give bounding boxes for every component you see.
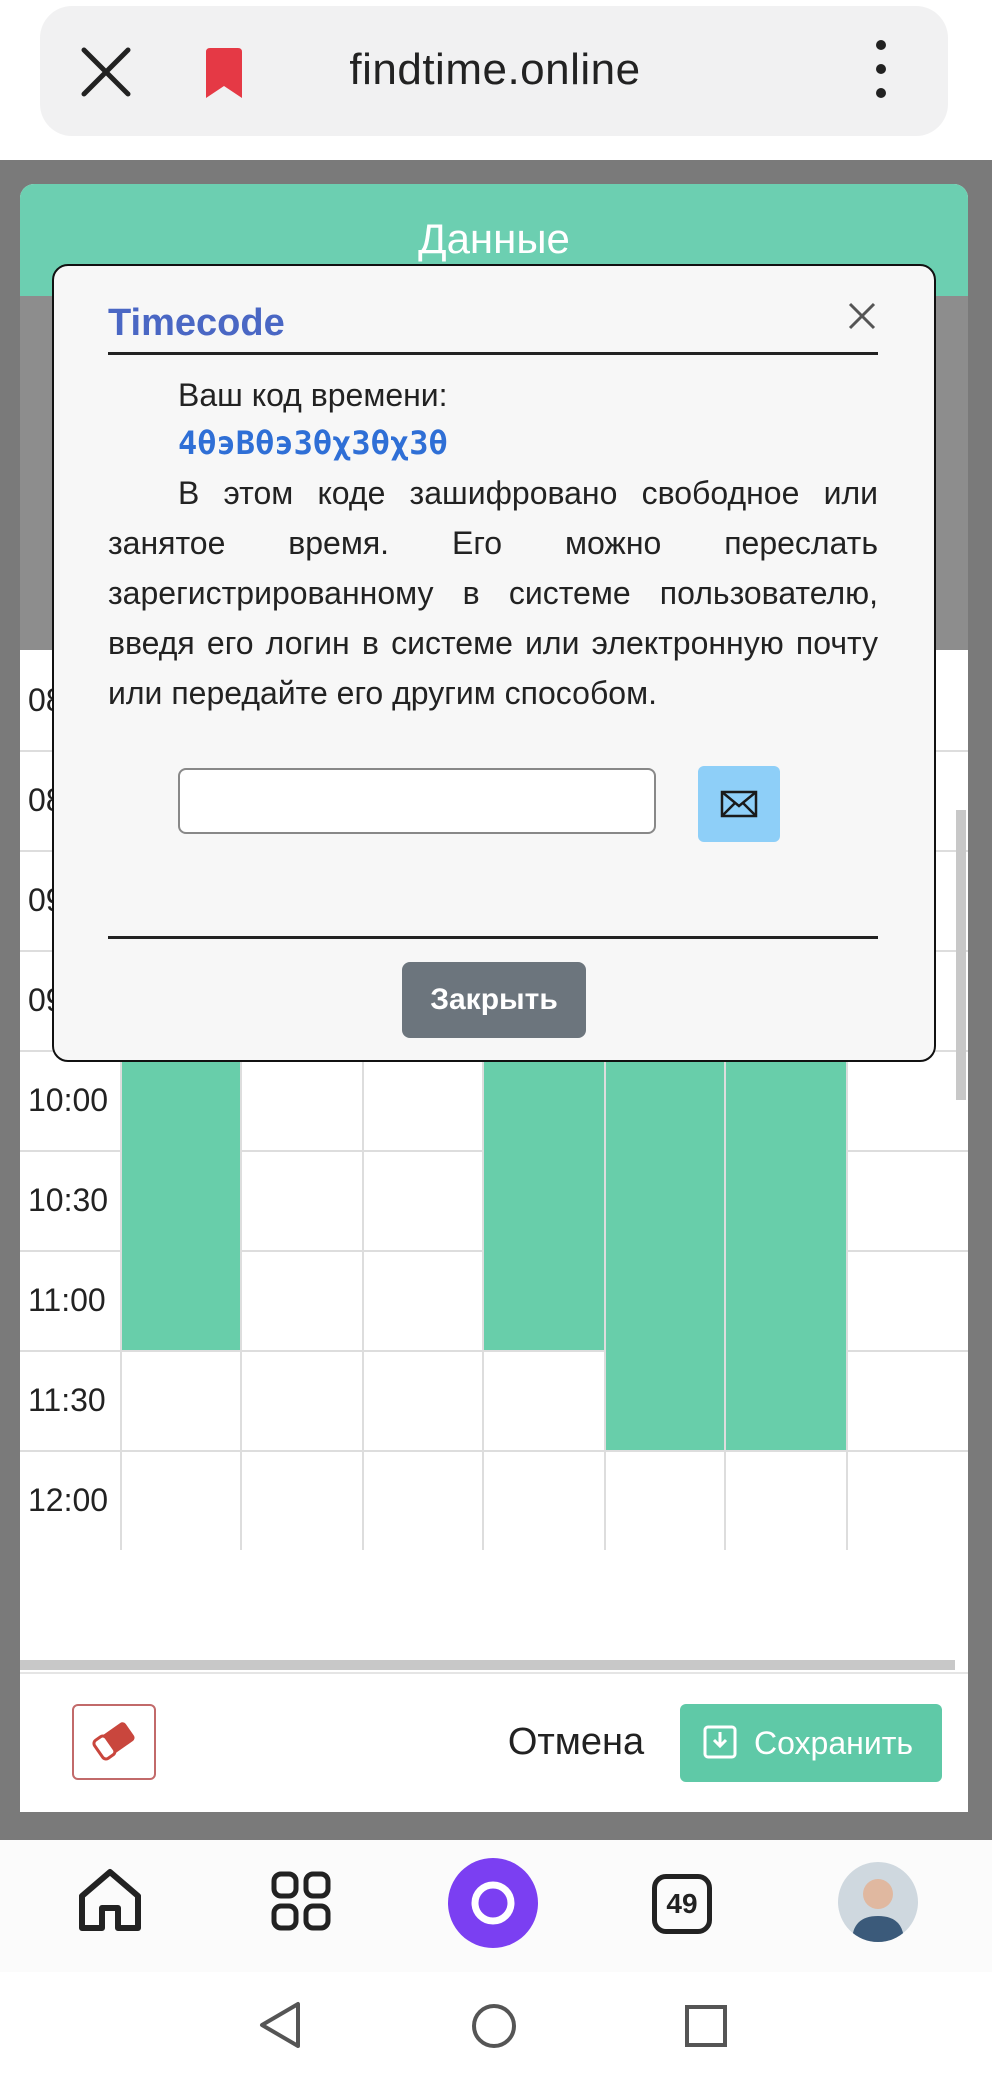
grid-cell-busy[interactable] [724,1050,846,1150]
timecode-value: 4θэBθэ3θχ3θχ3θ [178,424,448,462]
apps-icon[interactable] [270,1870,332,1932]
grid-cell[interactable] [362,1450,482,1550]
grid-cell-busy[interactable] [604,1150,724,1250]
grid-row: 11:00 [20,1250,968,1352]
horizontal-scrollbar[interactable] [20,1660,955,1670]
grid-cell[interactable] [724,1450,846,1550]
divider [108,936,878,939]
grid-cell[interactable] [846,1150,968,1250]
clear-button[interactable] [72,1704,156,1780]
grid-cell[interactable] [362,1350,482,1450]
tabs-count-button[interactable]: 49 [652,1874,712,1934]
grid-cell-busy[interactable] [604,1050,724,1150]
alice-icon [471,1881,515,1925]
url-text[interactable]: findtime.online [300,40,690,100]
grid-cell[interactable] [240,1450,362,1550]
grid-cell[interactable] [362,1050,482,1150]
save-label: Сохранить [754,1725,914,1761]
grid-cell[interactable] [482,1450,604,1550]
grid-row: 11:30 [20,1350,968,1452]
grid-cell[interactable] [846,1050,968,1150]
dialog-title: Timecode [108,302,285,344]
grid-cell-busy[interactable] [482,1250,604,1350]
grid-cell[interactable] [120,1450,240,1550]
login-input[interactable] [178,768,656,834]
grid-cell[interactable] [240,1050,362,1150]
save-button[interactable]: Сохранить [680,1704,942,1782]
home-circle-icon[interactable] [470,2002,518,2050]
code-lead-text: Ваш код времени: [178,377,448,413]
eraser-icon [92,1722,135,1761]
grid-cell-busy[interactable] [120,1250,240,1350]
grid-cell[interactable] [362,1150,482,1250]
save-icon [703,1725,737,1759]
grid-cell[interactable] [120,1350,240,1450]
grid-cell[interactable] [604,1450,724,1550]
grid-cell-busy[interactable] [604,1350,724,1450]
dialog-description: В этом коде зашифровано свободное или за… [108,475,878,711]
vertical-scrollbar[interactable] [956,810,966,1100]
alice-assistant-button[interactable] [448,1858,538,1948]
grid-row: 12:00 [20,1450,968,1550]
divider [108,352,878,355]
grid-cell[interactable] [240,1250,362,1350]
grid-cell[interactable] [240,1350,362,1450]
grid-row: 10:00 [20,1050,968,1152]
grid-cell-busy[interactable] [482,1050,604,1150]
cancel-button[interactable]: Отмена [496,1712,656,1772]
envelope-icon [720,790,758,818]
grid-cell[interactable] [482,1350,604,1450]
menu-icon[interactable] [866,40,896,104]
grid-cell[interactable] [240,1150,362,1250]
grid-cell-busy[interactable] [724,1350,846,1450]
avatar-icon [852,1879,904,1942]
recents-icon[interactable] [684,2004,728,2048]
grid-cell-busy[interactable] [120,1050,240,1150]
close-icon[interactable] [842,296,882,336]
grid-cell[interactable] [846,1250,968,1350]
grid-cell-busy[interactable] [724,1150,846,1250]
close-dialog-button[interactable]: Закрыть [402,962,586,1038]
back-icon[interactable] [258,2000,302,2050]
avatar[interactable] [838,1862,918,1942]
bookmark-icon[interactable] [202,48,246,100]
grid-cell[interactable] [846,1350,968,1450]
grid-cell-busy[interactable] [604,1250,724,1350]
grid-cell[interactable] [846,1450,968,1550]
grid-cell-busy[interactable] [120,1150,240,1250]
grid-cell[interactable] [362,1250,482,1350]
grid-row: 10:30 [20,1150,968,1252]
send-button[interactable] [698,766,780,842]
home-icon[interactable] [74,1864,146,1936]
close-tab-icon[interactable] [78,44,134,100]
grid-cell-busy[interactable] [724,1250,846,1350]
grid-cell-busy[interactable] [482,1150,604,1250]
